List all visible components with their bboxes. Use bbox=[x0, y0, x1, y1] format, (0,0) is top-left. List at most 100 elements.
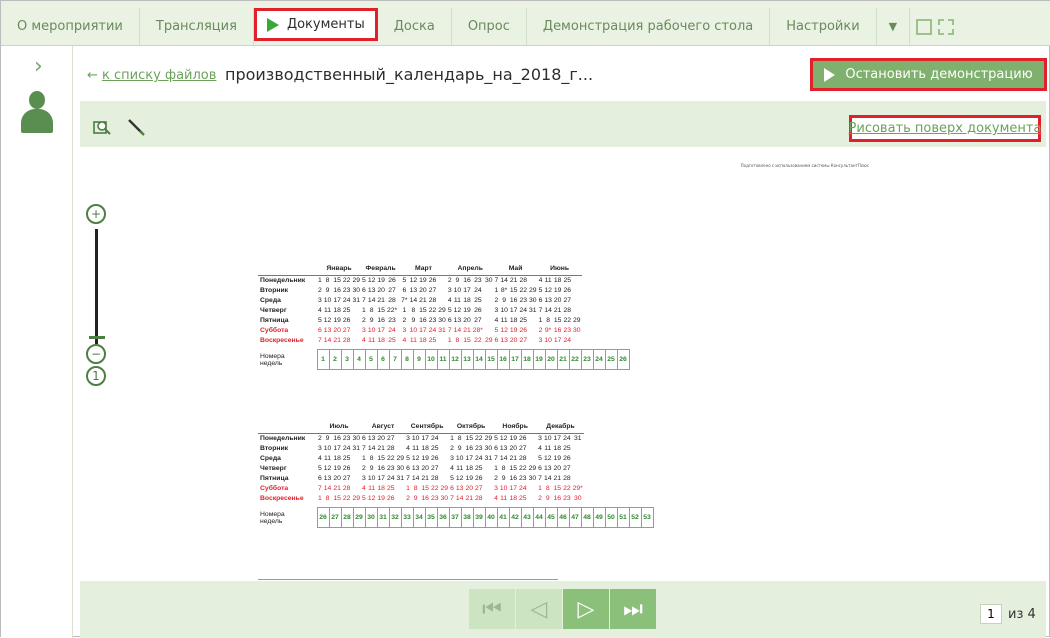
calendar-day: 29 bbox=[440, 484, 449, 492]
page-total-label: из 4 bbox=[1008, 606, 1036, 622]
calendar-day: 30 bbox=[352, 286, 361, 294]
calendar-day: 12 bbox=[367, 494, 376, 502]
calendar-day: 25 bbox=[430, 444, 439, 452]
fullscreen-icon[interactable] bbox=[938, 18, 955, 35]
week-number: 6 bbox=[376, 349, 390, 370]
calendar-day: 12 bbox=[453, 306, 462, 314]
stop-demo-button[interactable]: Остановить демонстрацию bbox=[810, 58, 1047, 91]
window-mode-icon[interactable] bbox=[916, 18, 933, 35]
week-number: 9 bbox=[412, 349, 426, 370]
calendar-day bbox=[440, 463, 450, 473]
zoom-slider-handle[interactable] bbox=[89, 336, 105, 339]
first-page-button[interactable]: ⏮ bbox=[469, 589, 516, 629]
calendar-day: 5 bbox=[447, 306, 452, 314]
calendar-day: 26 bbox=[428, 276, 437, 284]
tab-bar: О мероприятии Трансляция Документы Доска… bbox=[1, 1, 1050, 46]
calendar-day: 19 bbox=[553, 454, 562, 462]
week-number: 52 bbox=[628, 507, 642, 528]
stop-demo-label: Остановить демонстрацию bbox=[845, 67, 1033, 82]
month-header: Февраль bbox=[361, 263, 401, 276]
calendar-day: 27 bbox=[563, 464, 571, 472]
tabs-dropdown-button[interactable]: ▼ bbox=[877, 8, 911, 45]
calendar-day: 28 bbox=[519, 276, 527, 284]
back-to-files[interactable]: ← к списку файлов bbox=[87, 68, 216, 83]
calendar-day: 20 bbox=[333, 326, 341, 334]
calendar-day: 20 bbox=[377, 286, 385, 294]
calendar-day: 18 bbox=[377, 336, 385, 344]
week-number: 35 bbox=[424, 507, 438, 528]
draw-over-document-link[interactable]: Рисовать поверх документа bbox=[849, 115, 1041, 142]
calendar-day: 28* bbox=[472, 326, 483, 334]
calendar-day: 13 bbox=[543, 464, 552, 472]
calendar-day: 5 bbox=[406, 454, 410, 462]
calendar-day: 27 bbox=[428, 286, 437, 294]
calendar-day: 10 bbox=[544, 336, 552, 344]
back-to-files-link[interactable]: к списку файлов bbox=[102, 68, 216, 83]
zoom-reset-icon[interactable]: 1 bbox=[86, 366, 106, 386]
tab-board[interactable]: Доска bbox=[378, 8, 452, 45]
week-number: 23 bbox=[580, 349, 594, 370]
zoom-track[interactable] bbox=[95, 229, 98, 344]
calendar-day: 11 bbox=[368, 484, 376, 492]
zoom-select-icon[interactable] bbox=[93, 118, 111, 136]
prev-page-button[interactable]: ◁ bbox=[516, 589, 563, 629]
week-number: 38 bbox=[460, 507, 474, 528]
calendar-day bbox=[351, 315, 361, 325]
tab-documents[interactable]: Документы bbox=[253, 8, 378, 41]
calendar-day: 29 bbox=[396, 454, 405, 462]
calendar-day: 17 bbox=[553, 434, 562, 442]
last-page-button[interactable]: ⏭ bbox=[610, 589, 657, 629]
tab-settings[interactable]: Настройки bbox=[770, 8, 877, 45]
calendar-day: 18 bbox=[377, 484, 385, 492]
calendar-day: 16 bbox=[463, 276, 471, 284]
week-number: 20 bbox=[544, 349, 558, 370]
week-number: 46 bbox=[556, 507, 570, 528]
pencil-icon[interactable] bbox=[127, 118, 145, 136]
calendar-day: 8 bbox=[546, 316, 551, 324]
week-number: 28 bbox=[340, 507, 354, 528]
zoom-in-icon[interactable]: + bbox=[86, 204, 106, 224]
page-number-input[interactable] bbox=[980, 604, 1002, 624]
weekday-label: Среда bbox=[260, 454, 281, 462]
calendar-day: 22 bbox=[519, 286, 527, 294]
zoom-out-icon[interactable]: − bbox=[86, 344, 106, 364]
calendar-day: 26 bbox=[475, 474, 483, 482]
expand-chevron-icon[interactable]: › bbox=[34, 54, 43, 79]
zoom-control: + − 1 bbox=[86, 204, 108, 386]
calendar-day: 11 bbox=[500, 494, 508, 502]
weekday-label: Вторник bbox=[260, 444, 289, 452]
calendar-day: 18 bbox=[333, 454, 341, 462]
calendar-day: 16 bbox=[333, 286, 341, 294]
calendar-day: 20 bbox=[553, 464, 562, 472]
calendar-day: 22 bbox=[563, 316, 572, 324]
tab-about[interactable]: О мероприятии bbox=[1, 8, 140, 45]
calendar-day: 23 bbox=[386, 464, 395, 472]
calendar-day: 24 bbox=[386, 474, 395, 482]
calendar-day: 21 bbox=[463, 326, 471, 334]
next-page-button[interactable]: ▷ bbox=[563, 589, 610, 629]
calendar-day: 22 bbox=[342, 494, 351, 502]
calendar-day: 25 bbox=[386, 484, 395, 492]
document-note: Подготовлено с использованием системы Ко… bbox=[740, 163, 869, 168]
calendar-day: 23 bbox=[342, 286, 351, 294]
calendar-day bbox=[572, 275, 582, 285]
week-number: 21 bbox=[556, 349, 570, 370]
week-number: 19 bbox=[532, 349, 546, 370]
calendar-day: 24 bbox=[519, 306, 527, 314]
calendar-day: 8 bbox=[501, 464, 506, 472]
app-window: О мероприятии Трансляция Документы Доска… bbox=[0, 0, 1050, 638]
calendar-day: 21 bbox=[509, 276, 518, 284]
calendar-day: 18 bbox=[421, 444, 429, 452]
calendar-day: 2 bbox=[362, 316, 366, 324]
calendar-day: 18 bbox=[419, 336, 427, 344]
calendar-day: 22 bbox=[475, 434, 483, 442]
calendar-day: 21 bbox=[509, 454, 518, 462]
calendar-day: 9 bbox=[502, 296, 506, 304]
tab-desktop-demo[interactable]: Демонстрация рабочего стола bbox=[527, 8, 771, 45]
tab-poll[interactable]: Опрос bbox=[452, 8, 527, 45]
calendar-day: 5 bbox=[318, 316, 322, 324]
user-icon[interactable] bbox=[21, 91, 53, 133]
calendar-day: 1 bbox=[318, 276, 322, 284]
tab-broadcast[interactable]: Трансляция bbox=[140, 8, 254, 45]
calendar-day bbox=[528, 433, 538, 443]
